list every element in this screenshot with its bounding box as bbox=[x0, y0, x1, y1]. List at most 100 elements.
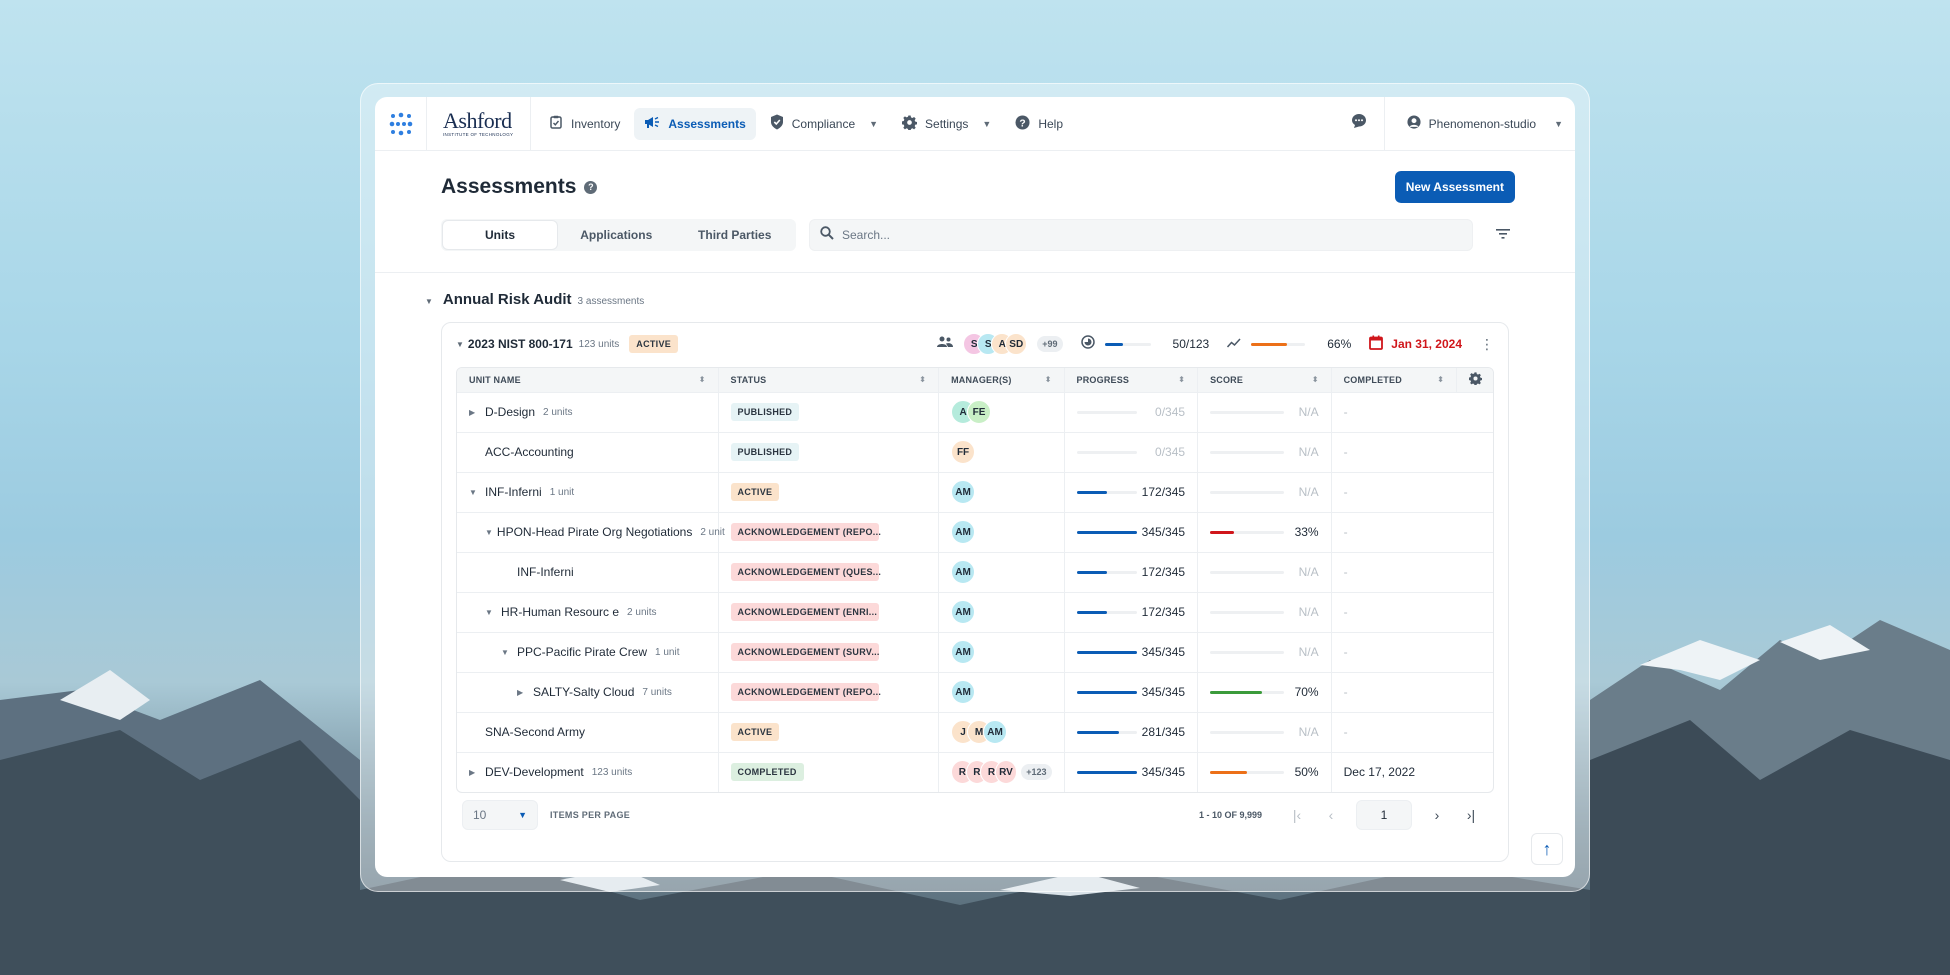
page-title: Assessments ? bbox=[441, 175, 598, 199]
nav-label: Settings bbox=[925, 116, 969, 131]
next-page-button[interactable]: › bbox=[1420, 807, 1454, 823]
unit-name[interactable]: SNA-Second Army bbox=[485, 725, 585, 739]
tab-applications[interactable]: Applications bbox=[557, 221, 675, 249]
status-badge: ACKNOWLEDGEMENT (QUES... bbox=[730, 563, 881, 581]
table-row[interactable]: ▼ HPON-Head Pirate Org Negotiations 2 unit… bbox=[457, 511, 1493, 552]
filter-button[interactable] bbox=[1491, 223, 1515, 247]
more-managers-badge[interactable]: +99 bbox=[1037, 336, 1063, 352]
brand-logo[interactable]: Ashford INSTITUTE OF TECHNOLOGY bbox=[427, 97, 531, 151]
score-text: N/A bbox=[1298, 605, 1319, 619]
manager-avatar[interactable]: SD bbox=[1005, 333, 1028, 355]
unit-name[interactable]: SALTY-Salty Cloud bbox=[533, 685, 634, 699]
unit-name[interactable]: DEV-Development bbox=[485, 765, 584, 779]
col-status[interactable]: STATUS ⬍ bbox=[718, 368, 940, 392]
expand-caret-icon[interactable]: ▶ bbox=[517, 688, 529, 697]
tab-third-parties[interactable]: Third Parties bbox=[675, 221, 793, 249]
unit-name[interactable]: INF-Inferni bbox=[485, 485, 542, 499]
table-row[interactable]: ▶ SALTY-Salty Cloud 7 units ACKNOWLEDGEMENT… bbox=[457, 671, 1493, 712]
manager-avatars[interactable]: S S A SD bbox=[963, 333, 1028, 355]
column-settings-button[interactable] bbox=[1456, 368, 1493, 392]
manager-avatar[interactable]: FE bbox=[967, 400, 992, 424]
status-badge: ACKNOWLEDGEMENT (ENRI... bbox=[730, 603, 879, 621]
manager-avatar[interactable]: AM bbox=[951, 600, 976, 624]
table-row[interactable]: INF-Inferni ACKNOWLEDGEMENT (QUES... AM 172… bbox=[457, 551, 1493, 592]
more-options-icon[interactable]: ⋮ bbox=[1480, 336, 1494, 353]
manager-avatar[interactable]: AM bbox=[983, 720, 1008, 744]
collapse-caret-icon[interactable]: ▼ bbox=[485, 608, 497, 617]
table-row[interactable]: ▼ INF-Inferni 1 unit ACTIVE AM 172/345 N/A - bbox=[457, 471, 1493, 512]
table-row[interactable]: ACC-Accounting PUBLISHED FF 0/345 N/A - bbox=[457, 431, 1493, 472]
clipboard-check-icon bbox=[549, 115, 563, 132]
expand-caret-icon[interactable]: ▶ bbox=[469, 408, 481, 417]
tab-units[interactable]: Units bbox=[443, 221, 557, 249]
col-completed[interactable]: COMPLETED ⬍ bbox=[1331, 368, 1458, 392]
nav-item-settings[interactable]: Settings ▼ bbox=[892, 108, 1001, 140]
table-row[interactable]: ▼ PPC-Pacific Pirate Crew 1 unit ACKNOWLEDG… bbox=[457, 631, 1493, 672]
unit-name[interactable]: HR-Human Resourc e bbox=[501, 605, 619, 619]
status-cell: ACKNOWLEDGEMENT (QUES... bbox=[718, 551, 940, 592]
nav-item-compliance[interactable]: Compliance ▼ bbox=[760, 108, 888, 140]
score-fill bbox=[1210, 530, 1235, 534]
expand-caret-icon[interactable]: ▶ bbox=[469, 768, 481, 777]
unit-name[interactable]: PPC-Pacific Pirate Crew bbox=[517, 645, 647, 659]
sort-icon[interactable]: ⬍ bbox=[919, 375, 926, 384]
table-row[interactable]: ▶ DEV-Development 123 units COMPLETED R R R RV +… bbox=[457, 751, 1493, 792]
unit-name-cell: ▼ PPC-Pacific Pirate Crew 1 unit bbox=[457, 631, 719, 672]
sort-icon[interactable]: ⬍ bbox=[1178, 375, 1185, 384]
items-per-page-select[interactable]: 10 ▼ bbox=[462, 800, 538, 830]
user-menu[interactable]: Phenomenon-studio ▼ bbox=[1385, 115, 1575, 132]
megaphone-icon bbox=[644, 115, 660, 132]
score-cell: 33% bbox=[1197, 511, 1332, 552]
score-text: N/A bbox=[1298, 405, 1319, 419]
manager-avatar[interactable]: AM bbox=[951, 640, 976, 664]
unit-name[interactable]: INF-Inferni bbox=[517, 565, 574, 579]
page-number-input[interactable] bbox=[1356, 800, 1412, 830]
completed-cell: - bbox=[1331, 631, 1493, 672]
chat-button[interactable] bbox=[1335, 97, 1385, 151]
col-managers[interactable]: MANAGER(S) ⬍ bbox=[938, 368, 1065, 392]
nav-item-help[interactable]: ? Help bbox=[1005, 108, 1073, 140]
sort-icon[interactable]: ⬍ bbox=[1045, 375, 1052, 384]
pagination: 10 ▼ ITEMS PER PAGE 1 - 10 OF 9,999 |‹ ‹… bbox=[442, 793, 1508, 837]
due-date: Jan 31, 2024 bbox=[1369, 335, 1462, 353]
manager-avatar[interactable]: AM bbox=[951, 560, 976, 584]
collapse-caret-icon[interactable]: ▼ bbox=[469, 488, 481, 497]
col-unit-name[interactable]: UNIT NAME ⬍ bbox=[457, 368, 719, 392]
progress-cell: 172/345 bbox=[1064, 551, 1199, 592]
nav-item-inventory[interactable]: Inventory bbox=[539, 108, 630, 140]
manager-avatar[interactable]: AM bbox=[951, 480, 976, 504]
progress-fill bbox=[1076, 730, 1119, 734]
collapse-caret-icon[interactable]: ▼ bbox=[425, 297, 433, 306]
unit-name[interactable]: HPON-Head Pirate Org Negotiations bbox=[497, 525, 692, 539]
collapse-caret-icon[interactable]: ▼ bbox=[485, 528, 493, 537]
collapse-caret-icon[interactable]: ▼ bbox=[501, 648, 513, 657]
nav-item-assessments[interactable]: Assessments bbox=[634, 107, 756, 140]
prev-page-button[interactable]: ‹ bbox=[1314, 807, 1348, 823]
search-input[interactable] bbox=[841, 228, 1463, 242]
collapse-caret-icon[interactable]: ▼ bbox=[456, 340, 464, 349]
new-assessment-button[interactable]: New Assessment bbox=[1394, 171, 1515, 203]
table-row[interactable]: SNA-Second Army ACTIVE J M AM 281/345 N/A - bbox=[457, 711, 1493, 752]
sort-icon[interactable]: ⬍ bbox=[699, 375, 706, 384]
scroll-to-top-button[interactable]: ↑ bbox=[1531, 833, 1563, 865]
sort-icon[interactable]: ⬍ bbox=[1437, 375, 1444, 384]
nav-label: Compliance bbox=[791, 116, 856, 131]
help-icon[interactable]: ? bbox=[584, 180, 598, 194]
score-text: 70% bbox=[1294, 685, 1319, 699]
more-managers-badge[interactable]: +123 bbox=[1021, 764, 1052, 781]
unit-name[interactable]: D-Design bbox=[485, 405, 535, 419]
unit-name[interactable]: ACC-Accounting bbox=[485, 445, 574, 459]
table-row[interactable]: ▼ HR-Human Resourc e 2 units ACKNOWLEDGEMEN… bbox=[457, 591, 1493, 632]
manager-avatar[interactable]: RV bbox=[994, 760, 1018, 785]
sort-icon[interactable]: ⬍ bbox=[1312, 375, 1319, 384]
col-progress[interactable]: PROGRESS ⬍ bbox=[1064, 368, 1199, 392]
first-page-button[interactable]: |‹ bbox=[1280, 807, 1314, 823]
manager-avatar[interactable]: AM bbox=[951, 520, 976, 544]
gear-icon bbox=[1468, 372, 1483, 387]
last-page-button[interactable]: ›| bbox=[1454, 807, 1488, 823]
manager-avatar[interactable]: AM bbox=[951, 680, 976, 704]
col-score[interactable]: SCORE ⬍ bbox=[1197, 368, 1332, 392]
manager-avatar[interactable]: FF bbox=[951, 440, 976, 464]
table-row[interactable]: ▶ D-Design 2 units PUBLISHED A FE 0/345 N/A - bbox=[457, 391, 1493, 432]
dots-logo-icon[interactable] bbox=[375, 97, 427, 151]
